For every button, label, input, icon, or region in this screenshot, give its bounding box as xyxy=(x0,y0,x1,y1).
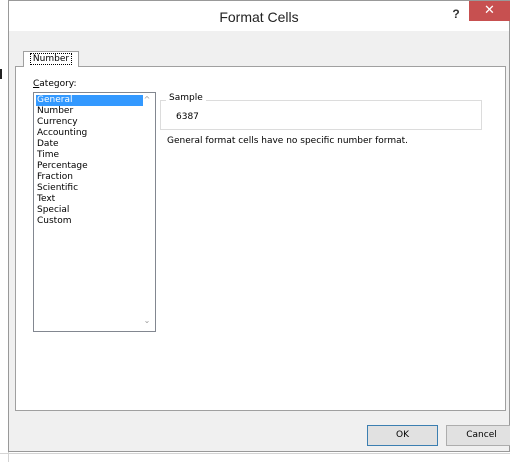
list-item-number[interactable]: Number xyxy=(36,106,143,117)
ok-button[interactable]: OK xyxy=(367,425,438,446)
sample-value: 6387 xyxy=(176,112,199,122)
sheet-gridline xyxy=(0,453,510,454)
list-item-accounting[interactable]: Accounting xyxy=(36,128,143,139)
list-item-scientific[interactable]: Scientific xyxy=(36,183,143,194)
list-item-date[interactable]: Date xyxy=(36,139,143,150)
scroll-up-arrow-icon[interactable]: ^ xyxy=(141,95,153,105)
category-label: Category: xyxy=(33,79,77,89)
sample-caption: Sample xyxy=(166,93,206,103)
list-item-percentage[interactable]: Percentage xyxy=(36,161,143,172)
help-button[interactable]: ? xyxy=(446,4,466,24)
tab-number-label: Number xyxy=(29,53,73,65)
tab-number[interactable]: Number xyxy=(23,51,79,67)
sheet-cell-marker xyxy=(0,69,2,79)
sample-groupbox xyxy=(160,100,482,130)
cancel-button[interactable]: Cancel xyxy=(446,425,510,446)
list-item-special[interactable]: Special xyxy=(36,205,143,216)
list-item-fraction[interactable]: Fraction xyxy=(36,172,143,183)
list-item-general[interactable]: General xyxy=(36,95,143,106)
scroll-down-arrow-icon[interactable]: ⌄ xyxy=(141,316,153,326)
category-list[interactable]: General Number Currency Accounting Date … xyxy=(33,92,156,332)
list-item-custom[interactable]: Custom xyxy=(36,216,143,227)
close-button[interactable]: ✕ xyxy=(469,1,510,21)
format-description: General format cells have no specific nu… xyxy=(167,136,409,146)
list-item-text[interactable]: Text xyxy=(36,194,143,205)
close-icon: ✕ xyxy=(484,3,495,18)
format-cells-dialog: Format Cells ? ✕ Number Category: Genera… xyxy=(8,0,510,452)
list-item-currency[interactable]: Currency xyxy=(36,117,143,128)
dialog-title: Format Cells xyxy=(219,9,299,25)
list-item-time[interactable]: Time xyxy=(36,150,143,161)
